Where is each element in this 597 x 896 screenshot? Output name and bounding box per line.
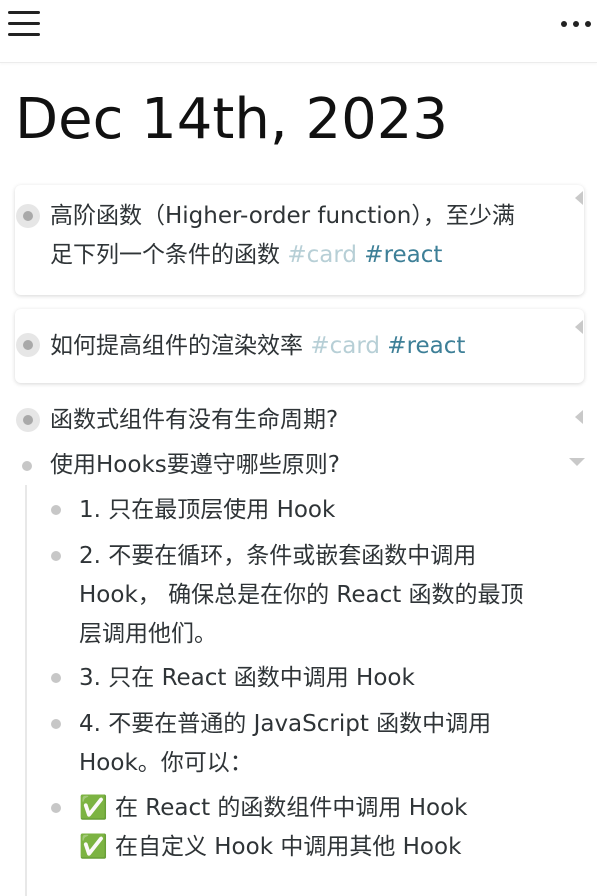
tag-react[interactable]: #react	[364, 242, 442, 268]
child-text[interactable]: 2. 不要在循环，条件或嵌套函数中调用 Hook， 确保总是在你的 React …	[79, 537, 524, 654]
child-bullet[interactable]	[51, 673, 61, 683]
child-text-line: Hook， 确保总是在你的 React 函数的最顶	[79, 582, 524, 608]
block-text[interactable]: 如何提高组件的渲染效率 #card #react	[50, 327, 465, 366]
tag-card[interactable]: #card	[310, 333, 380, 359]
block-text-segment: 如何提高组件的渲染效率	[50, 333, 303, 359]
child-text[interactable]: 3. 只在 React 函数中调用 Hook	[79, 659, 415, 698]
collapse-arrow-icon[interactable]	[575, 410, 583, 424]
child-text-line: 4. 不要在普通的 JavaScript 函数中调用	[79, 711, 492, 737]
child-text-line: 2. 不要在循环，条件或嵌套函数中调用	[79, 543, 477, 569]
block-bullet[interactable]	[22, 461, 32, 471]
child-text-line: 1. 只在最顶层使用 Hook	[79, 497, 336, 523]
indent-guide	[25, 485, 27, 896]
block-text[interactable]: 高阶函数（Higher-order function），至少满 足下列一个条件的…	[50, 197, 515, 275]
top-bar	[0, 0, 597, 63]
child-bullet[interactable]	[51, 505, 61, 515]
block-text[interactable]: 使用Hooks要遵守哪些原则?	[50, 446, 340, 485]
child-text[interactable]: 4. 不要在普通的 JavaScript 函数中调用 Hook。你可以：	[79, 705, 491, 783]
expand-arrow-icon[interactable]	[569, 458, 585, 466]
more-dots-icon[interactable]	[559, 14, 593, 32]
child-text-line: 3. 只在 React 函数中调用 Hook	[79, 665, 415, 691]
child-bullet[interactable]	[51, 719, 61, 729]
child-bullet[interactable]	[51, 803, 61, 813]
block-text-line: 高阶函数（Higher-order function），至少满	[50, 203, 515, 229]
block-bullet[interactable]	[16, 408, 40, 432]
child-text-line: ✅ 在自定义 Hook 中调用其他 Hook	[79, 834, 462, 860]
hamburger-menu-icon[interactable]	[8, 11, 40, 37]
child-text-line: Hook。你可以：	[79, 750, 253, 776]
block-bullet[interactable]	[16, 204, 40, 228]
collapse-arrow-icon[interactable]	[575, 191, 583, 205]
collapse-arrow-icon[interactable]	[575, 320, 583, 334]
block-text-line: 足下列一个条件的函数 #card #react	[50, 236, 515, 275]
page-title: Dec 14th, 2023	[15, 87, 448, 152]
block-bullet[interactable]	[16, 333, 40, 357]
tag-card[interactable]: #card	[287, 242, 357, 268]
child-text[interactable]: 1. 只在最顶层使用 Hook	[79, 491, 335, 530]
child-text[interactable]: ✅ 在 React 的函数组件中调用 Hook ✅ 在自定义 Hook 中调用其…	[79, 789, 468, 867]
child-text-line: ✅ 在 React 的函数组件中调用 Hook	[79, 795, 468, 821]
tag-react[interactable]: #react	[387, 333, 465, 359]
block-text[interactable]: 函数式组件有没有生命周期?	[50, 401, 338, 440]
block-text-segment: 足下列一个条件的函数	[50, 242, 280, 268]
child-text-line: 层调用他们。	[79, 621, 217, 647]
child-bullet[interactable]	[51, 551, 61, 561]
